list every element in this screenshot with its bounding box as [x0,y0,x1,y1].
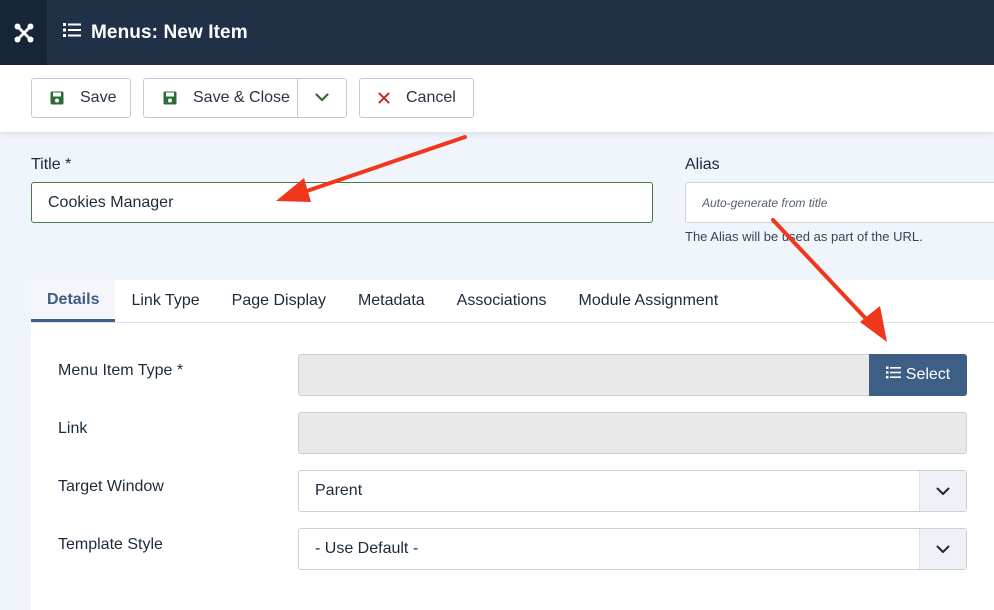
menu-item-type-field [298,354,871,396]
template-style-value: - Use Default - [315,540,419,557]
cancel-label: Cancel [406,89,456,106]
template-style-label: Template Style [58,536,163,553]
tab-module-assignment[interactable]: Module Assignment [563,280,735,322]
select-label: Select [905,366,951,383]
tab-metadata[interactable]: Metadata [342,280,441,322]
tab-associations[interactable]: Associations [441,280,563,322]
link-label: Link [58,420,88,437]
tab-details[interactable]: Details [31,280,116,322]
close-icon [378,92,390,104]
save-icon [163,91,177,105]
list-icon [63,22,81,43]
cancel-button[interactable]: Cancel [359,78,474,118]
save-close-button[interactable]: Save & Close [144,79,297,117]
chevron-down-icon [919,529,966,569]
title-input[interactable] [31,182,653,223]
save-label: Save [80,89,117,106]
target-window-value: Parent [315,482,363,499]
page-title: Menus: New Item [91,21,248,43]
target-window-select[interactable]: Parent [298,470,967,512]
save-close-label: Save & Close [193,89,290,106]
template-style-select[interactable]: - Use Default - [298,528,967,570]
menu-item-type-label: Menu Item Type * [58,362,184,379]
tab-bar: Details Link Type Page Display Metadata … [31,280,994,323]
toolbar: Save Save & Close Cancel [0,65,994,132]
title-label: Title * [31,156,72,173]
link-field [298,412,967,454]
target-window-label: Target Window [58,478,164,495]
save-button[interactable]: Save [31,78,131,118]
chevron-down-icon [315,89,329,107]
page-heading: Menus: New Item [63,0,248,65]
chevron-down-icon [919,471,966,511]
alias-label: Alias [685,156,720,173]
list-icon [885,366,901,384]
tab-link-type[interactable]: Link Type [115,280,215,322]
header-bar: Menus: New Item [0,0,994,65]
details-card: Details Link Type Page Display Metadata … [31,280,994,610]
tab-page-display[interactable]: Page Display [216,280,342,322]
save-icon [50,91,64,105]
joomla-logo-icon[interactable] [0,0,47,65]
select-menu-item-type-button[interactable]: Select [869,354,967,396]
alias-help-text: The Alias will be used as part of the UR… [685,229,923,244]
alias-input[interactable] [685,182,994,223]
save-options-dropdown-toggle[interactable] [296,79,346,117]
save-close-button-group: Save & Close [143,78,347,118]
